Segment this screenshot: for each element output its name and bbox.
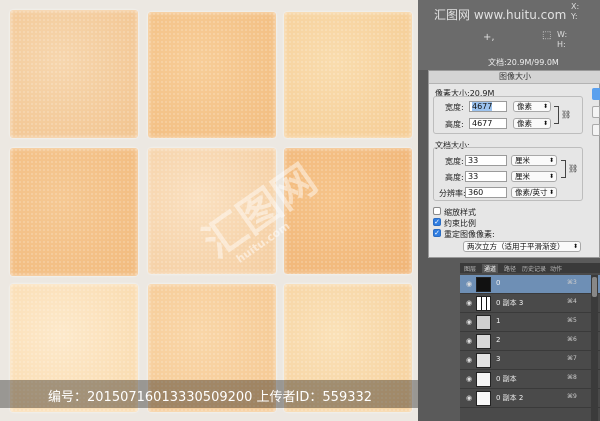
info-h-label: H: (557, 40, 566, 49)
pixel-height-unit-select[interactable]: 像素 ⬍ (513, 118, 551, 129)
bounding-box-icon: ⬚ (542, 30, 552, 41)
tab-history[interactable]: 历史记录 (522, 264, 546, 273)
channel-row[interactable]: ◉ 0 副本 ⌘8 (460, 370, 600, 389)
doc-height-unit-select[interactable]: 厘米 ⬍ (511, 171, 557, 182)
auto-button[interactable] (592, 124, 600, 136)
ok-button[interactable] (592, 88, 600, 100)
channel-name: 0 副本 3 (496, 299, 524, 307)
eye-icon[interactable]: ◉ (466, 375, 472, 383)
tab-layers[interactable]: 图层 (464, 264, 476, 273)
eye-icon[interactable]: ◉ (466, 356, 472, 364)
link-icon: ⛓ (561, 110, 572, 119)
tab-channels[interactable]: 通道 (482, 264, 499, 273)
resolution-label: 分辨率: (439, 189, 466, 198)
eye-icon[interactable]: ◉ (466, 394, 472, 402)
channel-thumbnail (476, 353, 491, 368)
eye-icon[interactable]: ◉ (466, 318, 472, 326)
channel-row[interactable]: ◉ 3 ⌘7 (460, 351, 600, 370)
channel-thumbnail (476, 277, 491, 292)
tab-actions[interactable]: 动作 (550, 264, 562, 273)
channel-name: 3 (496, 355, 501, 363)
channel-row[interactable]: ◉ 0 ⌘3 (460, 275, 600, 294)
resample-checkbox[interactable]: ✓ (433, 229, 441, 237)
scale-styles-label: 缩放样式 (444, 208, 476, 217)
tile (284, 12, 412, 138)
info-w-label: W: (557, 30, 568, 39)
tile (284, 148, 412, 274)
channel-row[interactable]: ◉ 0 副本 2 ⌘9 (460, 389, 600, 408)
channel-thumbnail (476, 334, 491, 349)
channel-shortcut: ⌘3 (567, 279, 577, 286)
channel-thumbnail (476, 391, 491, 406)
resample-label: 重定图像像素: (444, 230, 495, 239)
eye-icon[interactable]: ◉ (466, 299, 472, 307)
constrain-proportions-label: 约束比例 (444, 219, 476, 228)
scale-styles-checkbox[interactable] (433, 207, 441, 215)
doc-size-readout: 文档:20.9M/99.0M (488, 58, 559, 67)
watermark-id-text: 编号：20150716013330509200 上传者ID：559332 (48, 390, 373, 405)
resolution-input[interactable]: 360 (465, 187, 507, 198)
cancel-button[interactable] (592, 106, 600, 118)
channel-shortcut: ⌘7 (567, 355, 577, 362)
image-size-dialog: 图像大小 像素大小:20.9M 宽度: 4677 像素 ⬍ 高度: 4677 像素… (428, 70, 600, 258)
channel-thumbnail (476, 315, 491, 330)
channel-shortcut: ⌘9 (567, 393, 577, 400)
channel-name: 0 副本 (496, 375, 517, 383)
channel-thumbnail (476, 372, 491, 387)
link-icon: ⛓ (568, 164, 579, 173)
info-x-label: X: (571, 2, 580, 11)
doc-height-label: 高度: (445, 173, 464, 182)
channel-shortcut: ⌘6 (567, 336, 577, 343)
info-y-label: Y: (571, 12, 578, 21)
panel-tabs: 图层 通道 路径 历史记录 动作 (460, 263, 600, 273)
channel-shortcut: ⌘4 (567, 298, 577, 305)
pixel-height-input[interactable]: 4677 (469, 118, 507, 129)
channel-shortcut: ⌘5 (567, 317, 577, 324)
eye-icon[interactable]: ◉ (466, 280, 472, 288)
scrollbar-thumb[interactable] (592, 277, 597, 297)
image-canvas[interactable] (0, 0, 418, 421)
resample-method-select[interactable]: 两次立方（适用于平滑渐变） ⬍ (463, 241, 581, 252)
dialog-title: 图像大小 (429, 71, 600, 84)
channel-row[interactable]: ◉ 0 副本 3 ⌘4 (460, 294, 600, 313)
channel-name: 0 (496, 279, 501, 287)
doc-width-label: 宽度: (445, 157, 464, 166)
channels-panel: 图层 通道 路径 历史记录 动作 ◉ 0 ⌘3 ◉ 0 副本 3 ⌘4 ◉ 1 … (460, 263, 600, 421)
channel-name: 2 (496, 336, 501, 344)
channel-thumbnail (476, 296, 491, 311)
pixel-height-label: 高度: (445, 120, 464, 129)
tile (10, 148, 138, 276)
channel-name: 0 副本 2 (496, 394, 524, 402)
tab-paths[interactable]: 路径 (504, 264, 516, 273)
channel-name: 1 (496, 317, 501, 325)
channel-shortcut: ⌘8 (567, 374, 577, 381)
pixel-width-unit-select[interactable]: 像素 ⬍ (513, 101, 551, 112)
doc-width-input[interactable]: 33 (465, 155, 507, 166)
doc-width-unit-select[interactable]: 厘米 ⬍ (511, 155, 557, 166)
doc-height-input[interactable]: 33 (465, 171, 507, 182)
resolution-unit-select[interactable]: 像素/英寸 ⬍ (511, 187, 557, 198)
crosshair-icon: +, (483, 32, 495, 43)
channel-row[interactable]: ◉ 1 ⌘5 (460, 313, 600, 332)
pixel-width-input[interactable]: 4677 (469, 101, 507, 112)
pixel-width-label: 宽度: (445, 103, 464, 112)
eye-icon[interactable]: ◉ (466, 337, 472, 345)
constrain-proportions-checkbox[interactable]: ✓ (433, 218, 441, 226)
channel-row[interactable]: ◉ 2 ⌘6 (460, 332, 600, 351)
tile (148, 12, 276, 138)
brand-watermark: 汇图网 www.huitu.com (434, 8, 567, 22)
tile (10, 10, 138, 138)
tile (148, 148, 276, 274)
doc-link-bracket (561, 160, 566, 178)
pixel-link-bracket (554, 106, 559, 124)
